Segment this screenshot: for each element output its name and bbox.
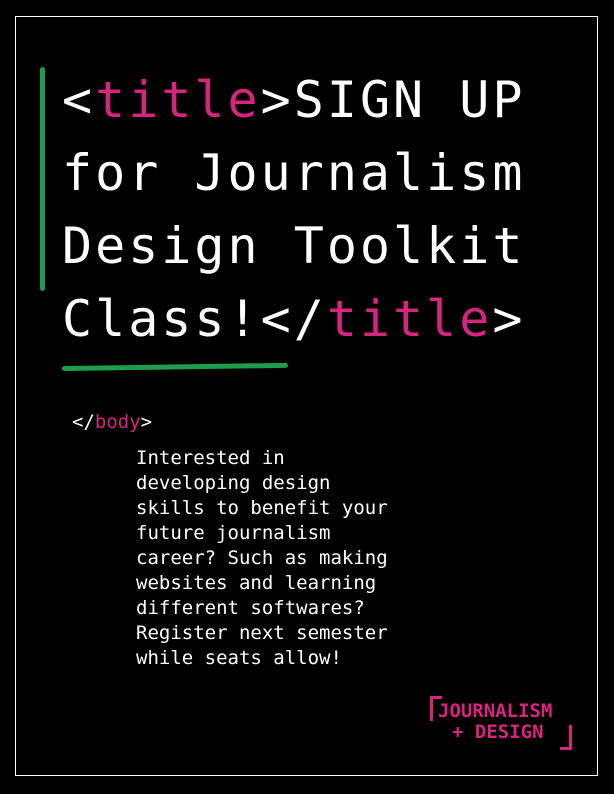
paragraph-line: Interested in — [136, 447, 285, 469]
description-paragraph: Interested in developing design skills t… — [136, 446, 426, 671]
close-tag-gt: > — [492, 290, 526, 348]
open-tag-name: title — [95, 71, 261, 129]
body-tag-gt: > — [140, 411, 153, 433]
logo-bracket-bottom-right — [560, 725, 572, 750]
paragraph-line: career? Such as making — [136, 547, 388, 569]
headline-line-2: for Journalism — [62, 144, 526, 202]
close-tag-lt: </ — [260, 290, 327, 348]
paragraph-line: websites and learning — [136, 572, 377, 594]
paragraph-line: future journalism — [136, 522, 331, 544]
green-vertical-bar — [40, 67, 45, 291]
open-tag-gt: > — [260, 71, 294, 129]
body-tag-name: body — [94, 411, 141, 433]
paragraph-line: while seats allow! — [136, 647, 342, 669]
paragraph-line: developing design — [136, 472, 331, 494]
headline: <title>SIGN UP for Journalism Design Too… — [62, 64, 525, 356]
poster: <title>SIGN UP for Journalism Design Too… — [0, 0, 614, 794]
logo-text-line-1: JOURNALISM — [438, 700, 553, 722]
journalism-design-logo: JOURNALISM + DESIGN — [430, 696, 572, 750]
headline-line-4: Class!</title> — [62, 283, 525, 356]
close-tag-name: title — [326, 290, 493, 348]
paragraph-line: Register next semester — [136, 622, 388, 644]
open-tag-lt: < — [62, 71, 96, 129]
headline-text-4: Class! — [62, 290, 261, 348]
headline-line-3: Design Toolkit — [62, 217, 526, 275]
headline-text-1: SIGN UP — [293, 71, 526, 129]
logo-text-line-2: + DESIGN — [452, 721, 544, 743]
paragraph-line: skills to benefit your — [136, 497, 388, 519]
body-tag-lt: </ — [72, 411, 95, 433]
body-tag: </body> — [72, 411, 152, 433]
paragraph-line: different softwares? — [136, 597, 365, 619]
headline-line-1: <title>SIGN UP — [62, 64, 525, 137]
